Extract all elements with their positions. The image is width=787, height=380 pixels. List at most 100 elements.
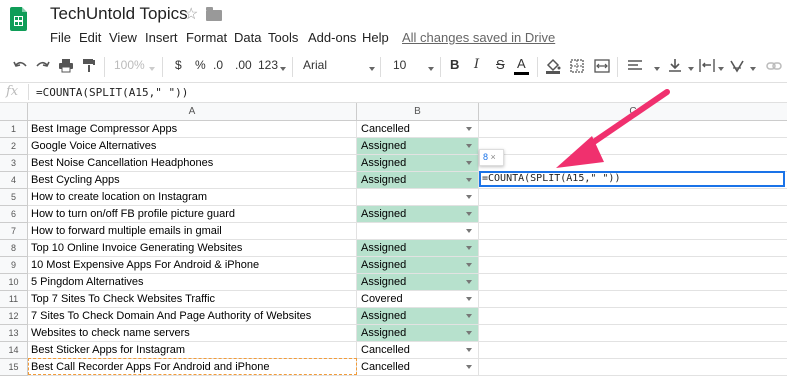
- cell-c5[interactable]: [479, 189, 787, 206]
- borders-icon[interactable]: [570, 59, 584, 73]
- cell-a10[interactable]: 5 Pingdom Alternatives: [28, 274, 357, 291]
- row-header[interactable]: 9: [0, 257, 28, 274]
- cell-b15[interactable]: Cancelled: [357, 359, 479, 376]
- cell-c10[interactable]: [479, 274, 787, 291]
- cell-c13[interactable]: [479, 325, 787, 342]
- print-icon[interactable]: [58, 58, 74, 73]
- dropdown-arrow-icon[interactable]: [466, 195, 472, 199]
- row-header[interactable]: 14: [0, 342, 28, 359]
- menu-format[interactable]: Format: [186, 30, 227, 45]
- cell-a11[interactable]: Top 7 Sites To Check Websites Traffic: [28, 291, 357, 308]
- cell-c7[interactable]: [479, 223, 787, 240]
- menu-help[interactable]: Help: [362, 30, 389, 45]
- cell-c6[interactable]: [479, 206, 787, 223]
- zoom-select[interactable]: 100%: [114, 58, 145, 72]
- dropdown-arrow-icon[interactable]: [466, 212, 472, 216]
- cell-a3[interactable]: Best Noise Cancellation Headphones: [28, 155, 357, 172]
- row-header[interactable]: 5: [0, 189, 28, 206]
- cell-b7[interactable]: [357, 223, 479, 240]
- fill-color-icon[interactable]: [545, 58, 561, 74]
- decrease-decimals-button[interactable]: .0: [213, 58, 223, 72]
- row-header[interactable]: 6: [0, 206, 28, 223]
- dropdown-arrow-icon[interactable]: [466, 331, 472, 335]
- cell-b8[interactable]: Assigned: [357, 240, 479, 257]
- dropdown-arrow-icon[interactable]: [466, 229, 472, 233]
- cell-b12[interactable]: Assigned: [357, 308, 479, 325]
- cell-a2[interactable]: Google Voice Alternatives: [28, 138, 357, 155]
- vertical-align-icon[interactable]: [668, 58, 682, 73]
- cell-c11[interactable]: [479, 291, 787, 308]
- dropdown-arrow-icon[interactable]: [466, 280, 472, 284]
- cell-a8[interactable]: Top 10 Online Invoice Generating Website…: [28, 240, 357, 257]
- text-rotation-icon[interactable]: [729, 58, 745, 73]
- cell-b5[interactable]: [357, 189, 479, 206]
- cell-b13[interactable]: Assigned: [357, 325, 479, 342]
- menu-data[interactable]: Data: [234, 30, 261, 45]
- paint-format-icon[interactable]: [82, 58, 96, 73]
- column-header-c[interactable]: C: [479, 103, 787, 121]
- dropdown-arrow-icon[interactable]: [466, 246, 472, 250]
- column-header-a[interactable]: A: [28, 103, 357, 121]
- save-status-link[interactable]: All changes saved in Drive: [402, 30, 555, 45]
- horizontal-align-icon[interactable]: [627, 60, 643, 72]
- cell-a7[interactable]: How to forward multiple emails in gmail: [28, 223, 357, 240]
- cell-c9[interactable]: [479, 257, 787, 274]
- cell-a9[interactable]: 10 Most Expensive Apps For Android & iPh…: [28, 257, 357, 274]
- sheets-logo-icon[interactable]: [10, 7, 27, 31]
- cell-c1[interactable]: [479, 121, 787, 138]
- menu-tools[interactable]: Tools: [268, 30, 298, 45]
- redo-icon[interactable]: [35, 59, 51, 73]
- menu-edit[interactable]: Edit: [79, 30, 101, 45]
- percent-format-button[interactable]: %: [195, 58, 206, 72]
- dropdown-arrow-icon[interactable]: [466, 144, 472, 148]
- cell-b1[interactable]: Cancelled: [357, 121, 479, 138]
- row-header[interactable]: 11: [0, 291, 28, 308]
- active-cell-editor[interactable]: =COUNTA(SPLIT(A15," ")): [479, 171, 785, 187]
- strikethrough-button[interactable]: S: [496, 57, 505, 72]
- cell-c3[interactable]: [479, 155, 787, 172]
- undo-icon[interactable]: [12, 59, 28, 73]
- cell-b3[interactable]: Assigned: [357, 155, 479, 172]
- insert-link-icon[interactable]: [766, 61, 782, 71]
- row-header[interactable]: 12: [0, 308, 28, 325]
- row-header[interactable]: 1: [0, 121, 28, 138]
- cell-c15[interactable]: [479, 359, 787, 376]
- italic-button[interactable]: I: [474, 57, 479, 72]
- text-wrapping-icon[interactable]: [699, 58, 715, 73]
- dropdown-arrow-icon[interactable]: [466, 297, 472, 301]
- dropdown-arrow-icon[interactable]: [466, 161, 472, 165]
- row-header[interactable]: 2: [0, 138, 28, 155]
- row-header[interactable]: 4: [0, 172, 28, 189]
- row-header[interactable]: 15: [0, 359, 28, 376]
- folder-icon[interactable]: [206, 7, 222, 21]
- increase-decimals-button[interactable]: .00: [235, 58, 252, 72]
- cell-a1[interactable]: Best Image Compressor Apps: [28, 121, 357, 138]
- row-header[interactable]: 8: [0, 240, 28, 257]
- doc-title[interactable]: TechUntold Topics: [50, 4, 188, 24]
- merge-cells-icon[interactable]: [594, 59, 610, 73]
- cell-a4[interactable]: Best Cycling Apps: [28, 172, 357, 189]
- dropdown-arrow-icon[interactable]: [466, 348, 472, 352]
- font-select[interactable]: Arial: [303, 58, 327, 72]
- cell-b2[interactable]: Assigned: [357, 138, 479, 155]
- dropdown-arrow-icon[interactable]: [466, 178, 472, 182]
- cell-a12[interactable]: 7 Sites To Check Domain And Page Authori…: [28, 308, 357, 325]
- cell-a6[interactable]: How to turn on/off FB profile picture gu…: [28, 206, 357, 223]
- dropdown-arrow-icon[interactable]: [466, 127, 472, 131]
- menu-addons[interactable]: Add-ons: [308, 30, 356, 45]
- cell-c2[interactable]: [479, 138, 787, 155]
- font-size-select[interactable]: 10: [393, 58, 406, 72]
- row-header[interactable]: 7: [0, 223, 28, 240]
- more-formats-button[interactable]: 123: [258, 58, 278, 72]
- cell-c12[interactable]: [479, 308, 787, 325]
- cell-b10[interactable]: Assigned: [357, 274, 479, 291]
- text-color-button[interactable]: A: [517, 56, 526, 71]
- cell-c14[interactable]: [479, 342, 787, 359]
- cell-a5[interactable]: How to create location on Instagram: [28, 189, 357, 206]
- cell-a14[interactable]: Best Sticker Apps for Instagram: [28, 342, 357, 359]
- menu-view[interactable]: View: [109, 30, 137, 45]
- cell-c8[interactable]: [479, 240, 787, 257]
- formula-input[interactable]: =COUNTA(SPLIT(A15," ")): [36, 86, 188, 99]
- row-header[interactable]: 3: [0, 155, 28, 172]
- cell-b6[interactable]: Assigned: [357, 206, 479, 223]
